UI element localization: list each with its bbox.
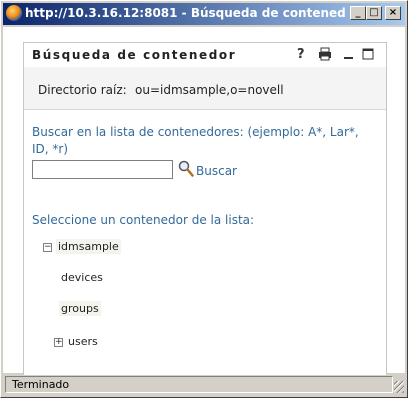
container-search-panel: Búsqueda de contenedor ? Directorio raíz…	[23, 42, 387, 379]
root-directory-label: Directorio raíz:	[38, 83, 127, 97]
minimize-panel-icon[interactable]	[343, 47, 355, 63]
collapse-toggle-icon[interactable]: −	[43, 243, 52, 252]
tree-node-idmsample[interactable]: idmsample	[56, 239, 121, 254]
browser-window: http://10.3.16.12:8081 - Búsqueda de con…	[0, 0, 408, 398]
search-icon[interactable]	[178, 160, 194, 178]
page-content: Búsqueda de contenedor ? Directorio raíz…	[3, 27, 405, 379]
panel-title: Búsqueda de contenedor	[32, 48, 237, 62]
list-prompt: Seleccione un contenedor de la lista:	[32, 213, 255, 227]
search-prompt: Buscar en la lista de contenedores: (eje…	[32, 125, 359, 156]
tree-node-devices[interactable]: devices	[61, 270, 103, 285]
status-bar: Terminado	[3, 375, 405, 395]
root-directory-value: ou=idmsample,o=novell	[135, 83, 284, 97]
panel-header: Búsqueda de contenedor ?	[24, 43, 386, 68]
window-title: http://10.3.16.12:8081 - Búsqueda de con…	[25, 6, 345, 20]
maximize-panel-icon[interactable]	[362, 47, 374, 63]
expand-toggle-icon[interactable]: +	[54, 338, 63, 347]
search-input[interactable]	[32, 160, 173, 179]
maximize-button[interactable]: □	[366, 6, 382, 20]
minimize-button[interactable]: _	[350, 6, 366, 20]
status-text: Terminado	[5, 376, 393, 393]
help-icon[interactable]: ?	[297, 47, 305, 63]
resize-grip-icon[interactable]	[394, 381, 404, 393]
tree-node-groups[interactable]: groups	[59, 301, 101, 316]
search-link[interactable]: Buscar	[196, 164, 237, 178]
tree-node-users[interactable]: users	[68, 334, 98, 349]
firefox-icon	[6, 5, 22, 21]
root-directory-row: Directorio raíz: ou=idmsample,o=novell	[24, 67, 386, 110]
title-bar[interactable]: http://10.3.16.12:8081 - Búsqueda de con…	[3, 3, 405, 25]
print-icon[interactable]	[318, 47, 332, 63]
close-button[interactable]: ×	[385, 6, 401, 20]
